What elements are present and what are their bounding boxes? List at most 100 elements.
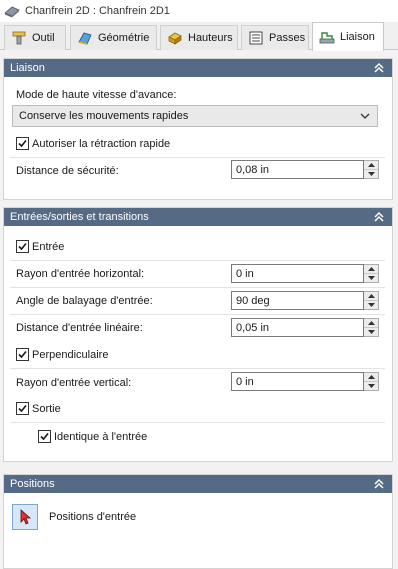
exit-checkbox[interactable]: Sortie [16, 402, 61, 415]
linear-distance-input[interactable]: 0,05 in [231, 318, 364, 337]
chamfer-icon [4, 4, 20, 18]
v-radius-field[interactable]: 0 in [231, 372, 379, 391]
caret-down-icon [367, 172, 375, 176]
caret-down-icon [367, 384, 375, 388]
spinner[interactable] [364, 160, 379, 179]
tab-outil[interactable]: Outil [4, 25, 66, 50]
chevron-down-icon [360, 113, 370, 119]
spin-up-button[interactable] [364, 161, 378, 169]
h-radius-label: Rayon d'entrée horizontal: [16, 268, 145, 280]
spinner[interactable] [364, 264, 379, 283]
same-as-entry-checkbox[interactable]: Identique à l'entrée [38, 430, 147, 443]
tab-passes[interactable]: Passes [241, 25, 309, 50]
divider [10, 368, 385, 369]
checkbox-box[interactable] [16, 240, 29, 253]
tool-icon [11, 30, 27, 46]
caret-down-icon [367, 276, 375, 280]
spin-up-button[interactable] [364, 319, 378, 327]
caret-up-icon [367, 375, 375, 379]
feed-mode-value: Conserve les mouvements rapides [19, 110, 189, 122]
linking-icon [319, 29, 335, 45]
section-title: Liaison [10, 62, 45, 74]
h-radius-field[interactable]: 0 in [231, 264, 379, 283]
sweep-label: Angle de balayage d'entrée: [16, 295, 153, 307]
h-radius-input[interactable]: 0 in [231, 264, 364, 283]
checkmark-icon [18, 350, 27, 359]
divider [10, 314, 385, 315]
caret-up-icon [367, 267, 375, 271]
perpendicular-checkbox[interactable]: Perpendiculaire [16, 348, 108, 361]
spin-up-button[interactable] [364, 373, 378, 381]
entry-positions-select-button[interactable] [12, 504, 38, 530]
divider [10, 157, 385, 158]
divider [10, 287, 385, 288]
entry-checkbox[interactable]: Entrée [16, 240, 64, 253]
tab-geometrie[interactable]: Géométrie [70, 25, 157, 50]
passes-icon [248, 30, 264, 46]
spin-down-button[interactable] [364, 327, 378, 336]
sweep-input[interactable]: 90 deg [231, 291, 364, 310]
tab-label: Outil [32, 32, 55, 44]
divider [10, 260, 385, 261]
rapid-retract-checkbox[interactable]: Autoriser la rétraction rapide [16, 137, 170, 150]
checkbox-box[interactable] [16, 348, 29, 361]
section-header[interactable]: Entrées/sorties et transitions [4, 208, 392, 226]
spin-down-button[interactable] [364, 300, 378, 309]
checkmark-icon [40, 432, 49, 441]
linear-distance-label: Distance d'entrée linéaire: [16, 322, 143, 334]
tab-label: Géométrie [98, 32, 150, 44]
caret-up-icon [367, 321, 375, 325]
spinner[interactable] [364, 318, 379, 337]
rapid-retract-label: Autoriser la rétraction rapide [32, 137, 171, 150]
spin-up-button[interactable] [364, 292, 378, 300]
safe-distance-field[interactable]: 0,08 in [231, 160, 379, 179]
tab-liaison[interactable]: Liaison [312, 22, 384, 51]
mode-label: Mode de haute vitesse d'avance: [16, 89, 177, 101]
section-header[interactable]: Positions [4, 475, 392, 493]
collapse-icon[interactable] [373, 478, 385, 490]
tab-label: Hauteurs [188, 32, 233, 44]
spin-up-button[interactable] [364, 265, 378, 273]
divider [10, 422, 385, 423]
collapse-icon[interactable] [373, 211, 385, 223]
window-title: Chanfrein 2D : Chanfrein 2D1 [25, 5, 170, 17]
window-titlebar: Chanfrein 2D : Chanfrein 2D1 [0, 0, 398, 22]
entry-positions-label: Positions d'entrée [49, 511, 137, 523]
section-header[interactable]: Liaison [4, 59, 392, 77]
pointer-select-icon [20, 509, 32, 525]
heights-icon [167, 30, 183, 46]
section-title: Entrées/sorties et transitions [10, 211, 149, 223]
caret-down-icon [367, 330, 375, 334]
spin-down-button[interactable] [364, 273, 378, 282]
checkbox-box[interactable] [16, 402, 29, 415]
sweep-field[interactable]: 90 deg [231, 291, 379, 310]
caret-down-icon [367, 303, 375, 307]
safe-distance-label: Distance de sécurité: [16, 165, 119, 177]
entry-label: Entrée [32, 240, 65, 253]
tab-bar: Outil Géométrie Hauteurs Passes Liaison [0, 22, 398, 51]
collapse-icon[interactable] [373, 62, 385, 74]
spinner[interactable] [364, 372, 379, 391]
checkmark-icon [18, 242, 27, 251]
checkmark-icon [18, 404, 27, 413]
tab-label: Passes [269, 32, 306, 44]
checkbox-box[interactable] [38, 430, 51, 443]
spin-down-button[interactable] [364, 381, 378, 390]
caret-up-icon [367, 163, 375, 167]
v-radius-label: Rayon d'entrée vertical: [16, 377, 132, 389]
spin-down-button[interactable] [364, 169, 378, 178]
same-as-entry-label: Identique à l'entrée [54, 430, 148, 443]
geometry-icon [77, 30, 93, 46]
v-radius-input[interactable]: 0 in [231, 372, 364, 391]
caret-up-icon [367, 294, 375, 298]
checkbox-box[interactable] [16, 137, 29, 150]
spinner[interactable] [364, 291, 379, 310]
section-title: Positions [10, 478, 55, 490]
feed-mode-select[interactable]: Conserve les mouvements rapides [12, 105, 378, 127]
tab-label: Liaison [340, 31, 375, 43]
tab-hauteurs[interactable]: Hauteurs [160, 25, 238, 50]
safe-distance-input[interactable]: 0,08 in [231, 160, 364, 179]
linear-distance-field[interactable]: 0,05 in [231, 318, 379, 337]
checkmark-icon [18, 139, 27, 148]
perpendicular-label: Perpendiculaire [32, 348, 109, 361]
